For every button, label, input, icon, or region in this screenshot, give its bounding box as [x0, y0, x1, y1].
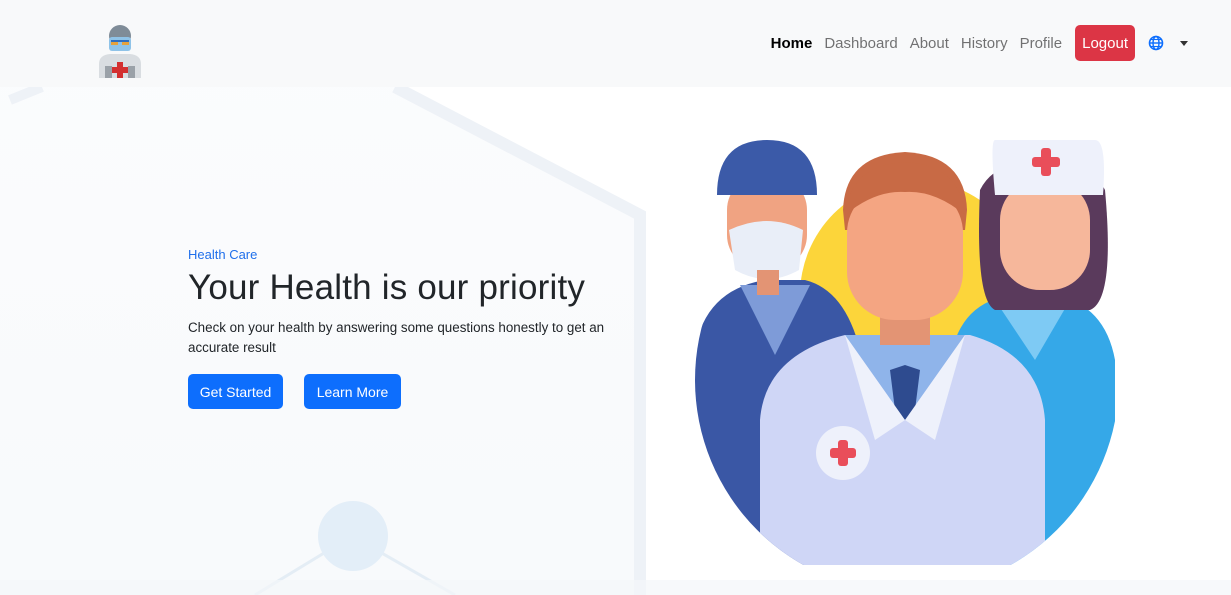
logout-button[interactable]: Logout [1075, 25, 1135, 61]
globe-icon [1148, 35, 1164, 51]
hero-eyebrow: Health Care [188, 247, 258, 262]
nav-profile-link[interactable]: Profile [1020, 35, 1063, 52]
learn-more-button[interactable]: Learn More [304, 374, 401, 409]
hero-description: Check on your health by answering some q… [188, 320, 605, 355]
hero-section: Health Care Your Health is our priority … [188, 247, 628, 409]
nav-links: Home Dashboard About History Profile Log… [771, 25, 1188, 61]
brand-logo-icon[interactable] [96, 22, 144, 78]
get-started-button[interactable]: Get Started [188, 374, 283, 409]
hero-title: Your Health is our priority [188, 268, 586, 307]
nav-about-link[interactable]: About [910, 35, 949, 52]
nav-dashboard-link[interactable]: Dashboard [824, 35, 897, 52]
medical-staff-illustration [695, 140, 1115, 565]
hero-buttons: Get Started Learn More [188, 374, 628, 409]
caret-down-icon [1180, 40, 1188, 46]
navbar: Home Dashboard About History Profile Log… [0, 0, 1231, 87]
language-dropdown[interactable] [1148, 35, 1188, 51]
nav-home-link[interactable]: Home [771, 35, 813, 52]
nav-history-link[interactable]: History [961, 35, 1008, 52]
